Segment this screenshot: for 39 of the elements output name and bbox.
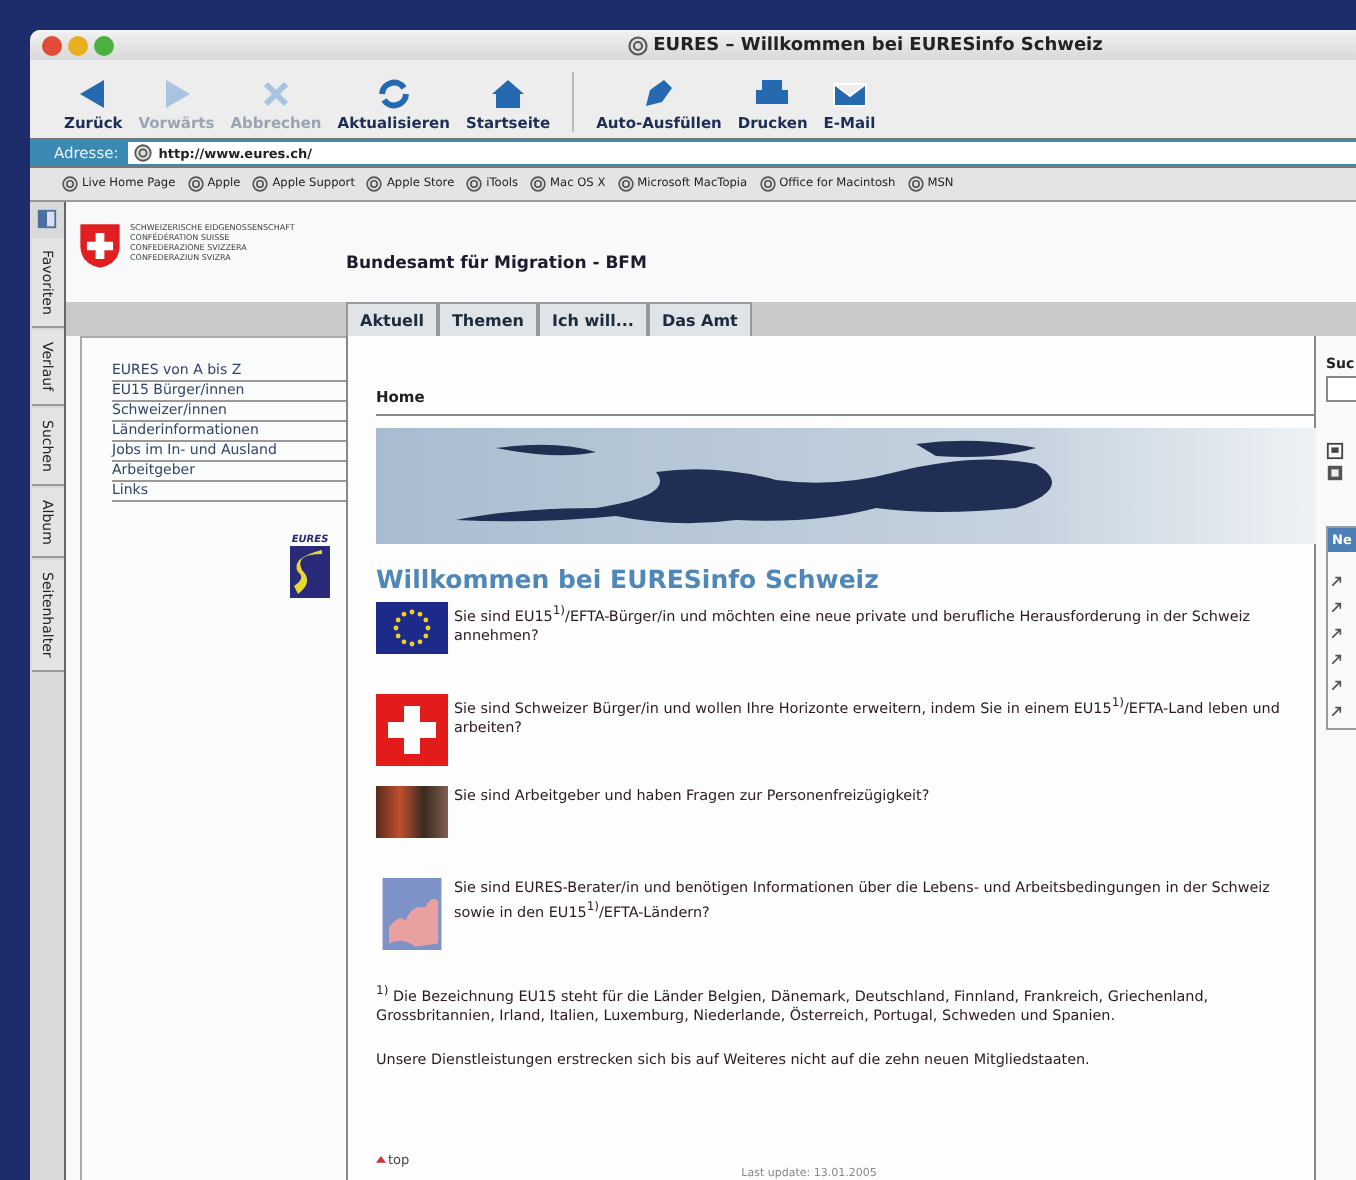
globe-icon [134,144,153,162]
globe-icon [466,176,483,192]
link-arrow-icon [1332,576,1342,586]
document-icon[interactable] [1326,464,1344,482]
reload-icon [373,78,414,110]
window-title: EURES – Willkommen bei EURESinfo Schweiz [653,35,1103,55]
globe-icon [62,176,78,192]
globe-icon [530,176,547,192]
zoom-button[interactable] [94,35,114,55]
nav-tab[interactable]: Ich will... [538,302,648,336]
globe-icon [759,176,776,192]
link-arrow-icon [1332,628,1342,638]
house-icon [488,78,529,110]
nav-tab[interactable]: Aktuell [346,302,438,336]
search-field[interactable] [1326,376,1356,402]
swiss-flag-icon[interactable] [376,694,448,766]
globe-icon [617,176,634,192]
globe-icon [187,176,204,192]
globe-icon [366,176,383,192]
nav-tab[interactable]: Das Amt [647,302,752,336]
swiss-shield-icon [78,222,122,270]
up-arrow-icon [376,1155,386,1165]
link-arrow-icon [1332,706,1342,716]
close-button[interactable] [42,35,62,55]
nav-tab[interactable]: Themen [437,302,538,336]
photo-placeholder[interactable] [376,786,448,838]
globe-icon [907,176,924,192]
envelope-icon [829,78,870,110]
panel-icon [36,208,58,230]
printer-icon[interactable] [1326,442,1344,460]
eu-flag-icon[interactable] [376,602,448,654]
printer-icon [752,78,793,110]
page-heading: Willkommen bei EURESinfo Schweiz [376,564,881,594]
link-arrow-icon [1332,602,1342,612]
globe-icon [627,35,648,55]
link-arrow-icon [1332,680,1342,690]
agency-title: Bundesamt für Migration - BFM [346,252,647,274]
link-arrow-icon [1332,654,1342,664]
globe-icon [252,176,269,192]
